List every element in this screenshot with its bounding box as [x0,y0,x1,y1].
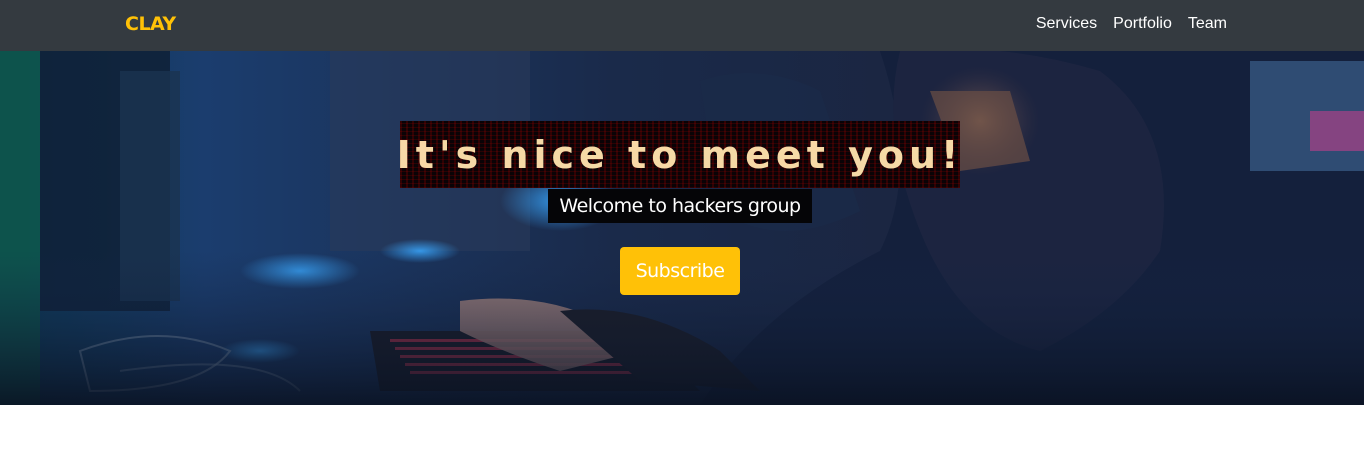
hero-subheadline: Welcome to hackers group [559,195,801,217]
nav-links: Services Portfolio Team [1028,13,1227,35]
nav-link-portfolio[interactable]: Portfolio [1105,13,1180,35]
hero-background-image [0,51,1364,405]
brand-logo-link[interactable]: CLAY [125,12,176,36]
navbar: CLAY Services Portfolio Team [0,0,1364,51]
subheadline-banner: Welcome to hackers group [548,189,812,223]
hero-headline: It's nice to meet you! [396,132,964,177]
nav-link-services[interactable]: Services [1028,13,1105,35]
nav-link-team[interactable]: Team [1180,13,1227,35]
hero-section: It's nice to meet you! Welcome to hacker… [0,51,1364,405]
headline-banner: It's nice to meet you! [397,121,960,188]
subscribe-button[interactable]: Subscribe [620,247,740,295]
